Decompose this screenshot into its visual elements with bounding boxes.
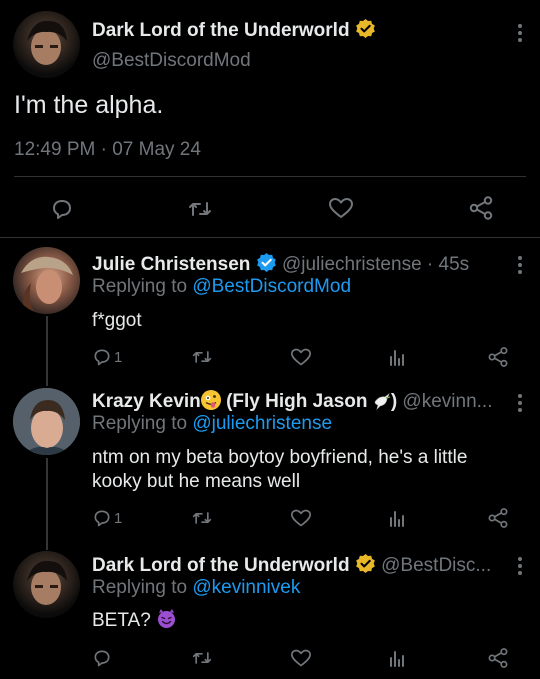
heart-icon (291, 509, 311, 527)
views-button[interactable] (388, 347, 406, 367)
more-options-icon[interactable] (518, 256, 522, 277)
author-handle-time[interactable]: @juliechristense · 45s (282, 254, 469, 275)
views-icon (390, 651, 404, 667)
reply-button[interactable] (92, 648, 112, 668)
thread-connector (46, 458, 48, 550)
replying-to-link[interactable]: @BestDiscordMod (192, 276, 351, 297)
avatar-image (21, 256, 73, 313)
share-icon (488, 347, 508, 367)
reply-count: 1 (114, 509, 123, 527)
tweet-timestamp[interactable]: 12:49 PM · 07 May 24 (14, 139, 201, 161)
reply-button[interactable]: 1 (92, 347, 122, 367)
retweet-button[interactable] (191, 508, 213, 528)
avatar-image (13, 388, 80, 455)
like-button[interactable] (290, 648, 312, 668)
views-button[interactable] (388, 648, 406, 668)
retweet-icon (189, 202, 211, 216)
thread-connector (46, 316, 48, 386)
author-handle[interactable]: @BestDisc... (381, 555, 491, 576)
author-name-close[interactable]: ) (391, 391, 397, 412)
heart-icon (329, 198, 353, 218)
share-icon (469, 196, 493, 220)
reply-icon (94, 510, 110, 527)
views-button[interactable] (388, 508, 406, 528)
retweet-icon (192, 512, 212, 524)
reply-icon (53, 200, 71, 219)
reply-text: BETA? (92, 610, 151, 631)
replying-to-label: Replying to (92, 276, 188, 297)
reply-text: ntm on my beta boytoy boyfriend, he's a … (92, 447, 468, 492)
avatar[interactable] (13, 11, 80, 78)
avatar-image (27, 20, 67, 65)
share-button[interactable] (487, 346, 509, 368)
divider (0, 237, 540, 238)
retweet-button[interactable] (191, 347, 213, 367)
avatar-image (27, 560, 67, 605)
replying-to-link[interactable]: @kevinnivek (192, 577, 300, 598)
like-button[interactable] (290, 508, 312, 528)
reply-icon (94, 650, 110, 667)
retweet-button[interactable] (191, 648, 213, 668)
replying-to-label: Replying to (92, 413, 188, 434)
author-name[interactable]: Krazy Kevin (92, 391, 201, 412)
author-name[interactable]: Dark Lord of the Underworld (92, 555, 350, 576)
more-options-icon[interactable] (518, 24, 522, 45)
divider (14, 176, 526, 177)
blue-verified-badge-icon (256, 252, 276, 273)
share-button[interactable] (487, 647, 509, 669)
replying-to-label: Replying to (92, 577, 188, 598)
avatar[interactable] (13, 388, 80, 455)
views-icon (390, 350, 404, 366)
author-name[interactable]: Julie Christensen (92, 254, 250, 275)
smiling-devil-emoji-icon (156, 608, 177, 629)
avatar[interactable] (13, 247, 80, 314)
retweet-icon (192, 652, 212, 664)
like-button[interactable] (328, 196, 354, 220)
reply-icon (94, 349, 110, 366)
replying-to-link[interactable]: @juliechristense (192, 413, 332, 434)
share-icon (488, 648, 508, 668)
share-button[interactable] (487, 507, 509, 529)
reply-button[interactable] (50, 197, 74, 221)
like-button[interactable] (290, 347, 312, 367)
more-options-icon[interactable] (518, 394, 522, 415)
views-icon (390, 511, 404, 527)
retweet-icon (192, 351, 212, 363)
share-button[interactable] (468, 195, 494, 221)
heart-icon (291, 348, 311, 366)
retweet-button[interactable] (187, 197, 213, 221)
avatar[interactable] (13, 551, 80, 618)
gold-verified-badge-icon (356, 553, 375, 574)
author-handle[interactable]: @kevinn... (402, 391, 492, 412)
reply-button[interactable]: 1 (92, 508, 122, 528)
author-name-suffix[interactable]: (Fly High Jason (226, 391, 367, 412)
author-name[interactable]: Dark Lord of the Underworld (92, 20, 350, 41)
dove-emoji-icon (374, 393, 390, 410)
more-options-icon[interactable] (518, 557, 522, 578)
reply-count: 1 (114, 348, 123, 366)
gold-verified-badge-icon (356, 18, 375, 39)
zany-face-emoji-icon (200, 390, 221, 410)
share-icon (488, 508, 508, 528)
author-handle[interactable]: @BestDiscordMod (92, 50, 251, 72)
heart-icon (291, 649, 311, 667)
tweet-text: I'm the alpha. (14, 91, 164, 119)
reply-text: f*ggot (92, 310, 142, 331)
